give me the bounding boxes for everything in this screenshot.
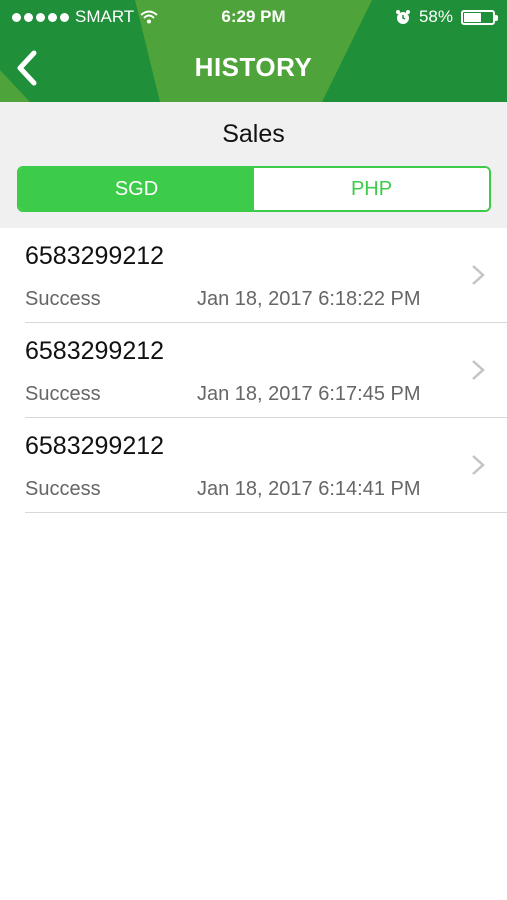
section-title: Sales — [222, 120, 285, 148]
segment-php[interactable]: PHP — [254, 168, 489, 210]
transaction-number: 6583299212 — [25, 242, 165, 270]
page-title: HISTORY — [194, 52, 313, 82]
battery-percent: 58% — [418, 7, 453, 26]
chevron-right-icon — [472, 265, 485, 285]
chevron-right-icon — [472, 360, 485, 380]
app-header: SMART 6:29 PM 58% HISTORY — [0, 0, 507, 102]
transaction-status: Success — [25, 478, 101, 500]
transaction-list: 6583299212 Success Jan 18, 2017 6:18:22 … — [0, 228, 507, 513]
table-row[interactable]: 6583299212 Success Jan 18, 2017 6:18:22 … — [25, 228, 507, 323]
transaction-status: Success — [25, 288, 101, 310]
transaction-status: Success — [25, 383, 101, 405]
currency-segmented-control: SGD PHP — [17, 166, 491, 212]
table-row[interactable]: 6583299212 Success Jan 18, 2017 6:17:45 … — [25, 323, 507, 418]
segment-sgd[interactable]: SGD — [19, 168, 254, 210]
table-row[interactable]: 6583299212 Success Jan 18, 2017 6:14:41 … — [25, 418, 507, 513]
status-right: 58% — [395, 7, 498, 27]
transaction-date: Jan 18, 2017 6:17:45 PM — [197, 383, 421, 405]
navigation-bar: HISTORY — [0, 34, 507, 102]
transaction-date: Jan 18, 2017 6:14:41 PM — [197, 478, 421, 500]
transaction-number: 6583299212 — [25, 432, 165, 460]
alarm-clock-icon — [395, 10, 410, 24]
status-bar: SMART 6:29 PM 58% — [0, 0, 507, 34]
transaction-number: 6583299212 — [25, 337, 165, 365]
segment-area: Sales SGD PHP — [0, 102, 507, 228]
chevron-right-icon — [472, 455, 485, 475]
battery-icon — [461, 9, 498, 25]
transaction-date: Jan 18, 2017 6:18:22 PM — [197, 288, 421, 310]
